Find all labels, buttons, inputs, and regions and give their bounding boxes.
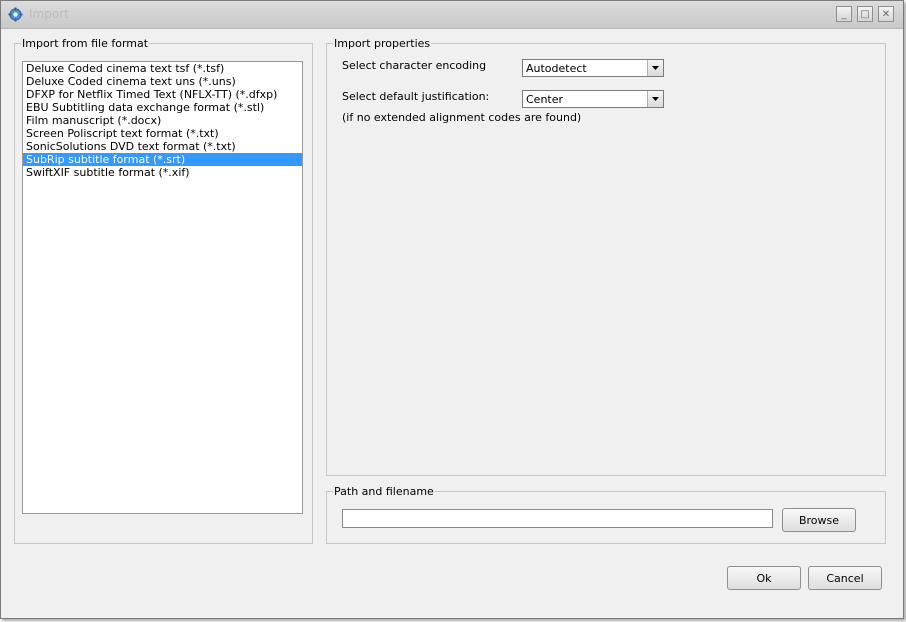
maximize-button[interactable]: □ [857, 6, 873, 22]
triangle-down-icon[interactable] [647, 91, 663, 107]
list-item[interactable]: SonicSolutions DVD text format (*.txt) [23, 140, 302, 153]
browse-button[interactable]: Browse [782, 508, 856, 532]
window-title: Import [29, 7, 69, 21]
close-button[interactable]: ✕ [878, 6, 894, 22]
encoding-value: Autodetect [526, 62, 587, 75]
justification-note: (if no extended alignment codes are foun… [342, 111, 582, 124]
ok-button[interactable]: Ok [727, 566, 801, 590]
minimize-icon: _ [841, 8, 847, 20]
title-bar[interactable]: Import _ □ ✕ [1, 1, 903, 29]
list-item[interactable]: Deluxe Coded cinema text tsf (*.tsf) [23, 62, 302, 75]
justification-value: Center [526, 93, 564, 106]
cancel-button[interactable]: Cancel [808, 566, 882, 590]
import-properties-legend: Import properties [334, 37, 431, 50]
maximize-icon: □ [860, 8, 870, 20]
list-item[interactable]: EBU Subtitling data exchange format (*.s… [23, 101, 302, 114]
triangle-down-icon[interactable] [647, 60, 663, 76]
list-item[interactable]: SubRip subtitle format (*.srt) [23, 153, 302, 166]
justification-label: Select default justification: [342, 90, 490, 103]
file-format-list[interactable]: Deluxe Coded cinema text tsf (*.tsf) Delu… [22, 61, 303, 514]
path-input[interactable] [342, 509, 773, 528]
encoding-select[interactable]: Autodetect [522, 59, 664, 77]
list-item[interactable]: SwiftXIF subtitle format (*.xif) [23, 166, 302, 179]
gear-icon [8, 7, 23, 22]
list-item[interactable]: DFXP for Netflix Timed Text (NFLX-TT) (*… [23, 88, 302, 101]
import-dialog: Import _ □ ✕ Import from file format Del… [0, 0, 904, 619]
list-item[interactable]: Screen Poliscript text format (*.txt) [23, 127, 302, 140]
path-legend: Path and filename [334, 485, 434, 498]
close-icon: ✕ [881, 8, 891, 20]
justification-select[interactable]: Center [522, 90, 664, 108]
list-item[interactable]: Film manuscript (*.docx) [23, 114, 302, 127]
minimize-button[interactable]: _ [836, 6, 852, 22]
file-format-legend: Import from file format [22, 37, 149, 50]
list-item[interactable]: Deluxe Coded cinema text uns (*.uns) [23, 75, 302, 88]
encoding-label: Select character encoding [342, 59, 487, 72]
